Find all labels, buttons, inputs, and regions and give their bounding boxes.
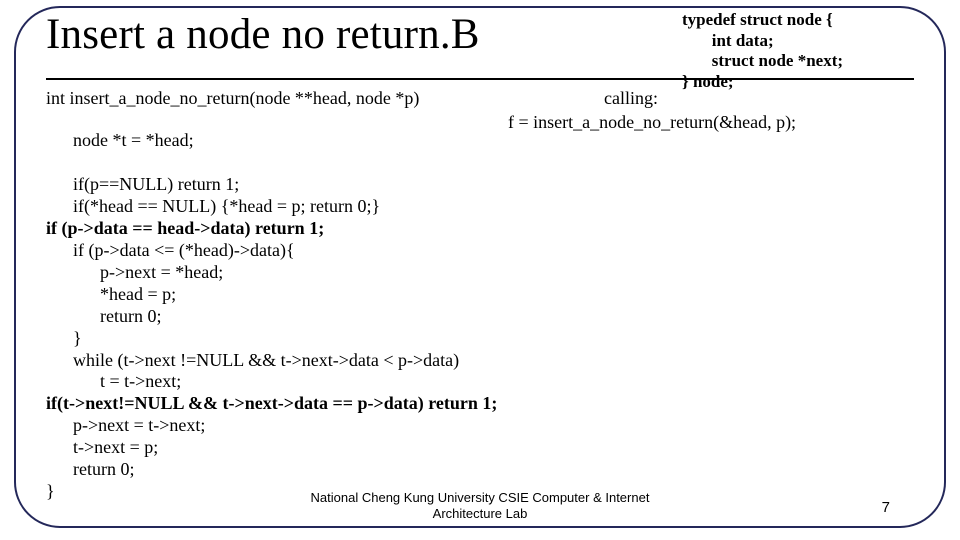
code-l8: *head = p; xyxy=(46,284,176,304)
code-l3: if(p==NULL) return 1; xyxy=(46,174,239,194)
code-l4: if(*head == NULL) {*head = p; return 0;} xyxy=(46,196,380,216)
code-l9: return 0; xyxy=(46,306,161,326)
code-l11: while (t->next !=NULL && t->next->data <… xyxy=(46,350,459,370)
code-l7: p->next = *head; xyxy=(46,262,223,282)
code-block: node *t = *head; if(p==NULL) return 1; i… xyxy=(46,130,497,503)
typedef-l2: int data; xyxy=(682,31,774,50)
typedef-block: typedef struct node { int data; struct n… xyxy=(682,10,932,93)
slide: Insert a node no return.B typedef struct… xyxy=(0,0,960,540)
typedef-l4: } node; xyxy=(682,72,734,91)
footer: National Cheng Kung University CSIE Comp… xyxy=(0,490,960,523)
footer-l2: Architecture Lab xyxy=(433,506,528,521)
code-l5: if (p->data == head->data) return 1; xyxy=(46,218,324,238)
calling-label: calling: xyxy=(604,88,658,109)
title-underline xyxy=(46,78,914,80)
calling-code: f = insert_a_node_no_return(&head, p); xyxy=(508,112,796,133)
code-l10: } xyxy=(46,328,82,348)
code-l14: p->next = t->next; xyxy=(46,415,205,435)
page-number: 7 xyxy=(882,499,890,516)
typedef-l1: typedef struct node { xyxy=(682,10,833,29)
code-l15: t->next = p; xyxy=(46,437,158,457)
typedef-l3: struct node *next; xyxy=(682,51,843,70)
code-l13: if(t->next!=NULL && t->next->data == p->… xyxy=(46,393,497,413)
code-l12: t = t->next; xyxy=(46,371,181,391)
slide-title: Insert a node no return.B xyxy=(46,10,480,59)
footer-l1: National Cheng Kung University CSIE Comp… xyxy=(311,490,650,505)
code-l16: return 0; xyxy=(46,459,134,479)
function-signature: int insert_a_node_no_return(node **head,… xyxy=(46,88,419,109)
code-l6: if (p->data <= (*head)->data){ xyxy=(46,240,295,260)
code-l1: node *t = *head; xyxy=(46,130,194,150)
